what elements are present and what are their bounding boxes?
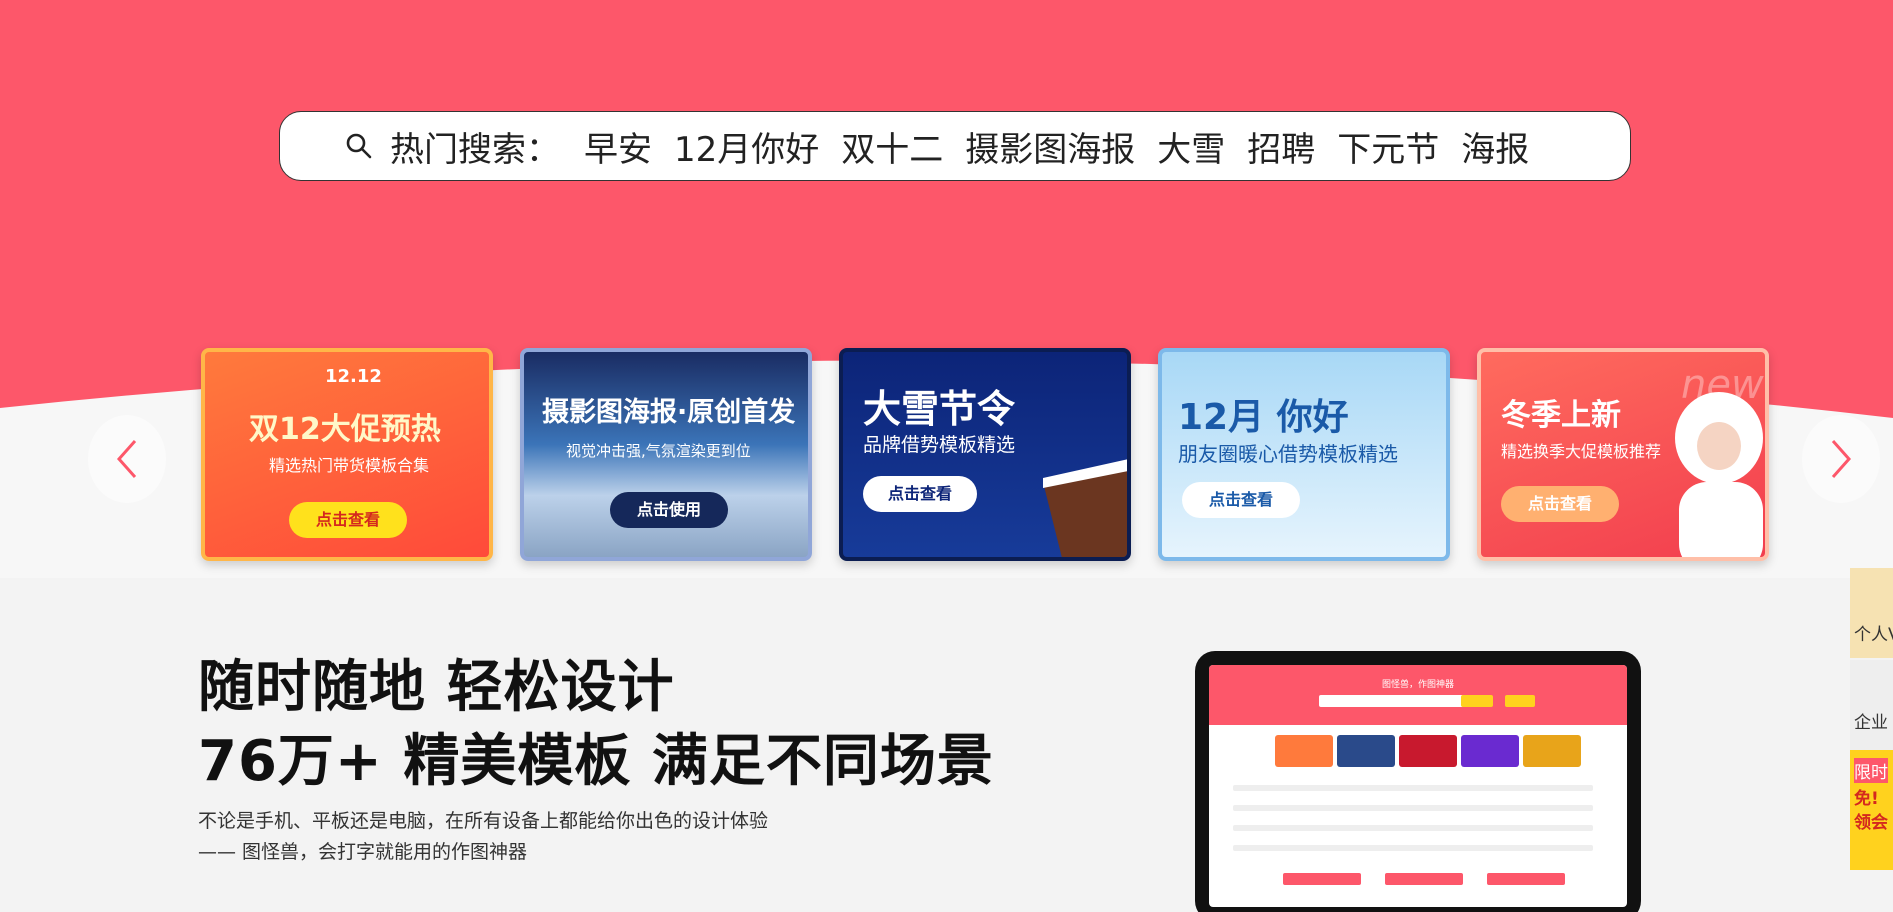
chevron-right-icon	[1831, 440, 1852, 478]
banner-title: 冬季上新	[1501, 398, 1621, 433]
banner-subtitle: 视觉冲击强,气氛渲染更到位	[566, 442, 751, 460]
hot-keyword-zaoan[interactable]: 早安	[584, 122, 652, 171]
promo-section: 随时随地 轻松设计 76万+ 精美模板 满足不同场景 不论是手机、平板还是电脑，…	[0, 578, 1893, 912]
banner-daxue[interactable]: 大雪节令 品牌借势模板精选 点击查看	[839, 348, 1131, 561]
promo-headline-2: 76万+ 精美模板 满足不同场景	[198, 729, 994, 794]
banner-carousel: 12.12 双12大促预热 精选热门带货模板合集 点击查看 摄影图海报·原创首发…	[0, 340, 1893, 570]
hot-keyword-xiayuan[interactable]: 下元节	[1337, 122, 1439, 171]
search-icon[interactable]	[344, 131, 374, 161]
side-tab-label: 免!	[1854, 789, 1879, 809]
eaves-illustration	[1043, 459, 1127, 557]
screen-card	[1461, 735, 1519, 767]
screen-card	[1337, 735, 1395, 767]
screen-search-button	[1461, 695, 1493, 707]
banner-subtitle: 精选热门带货模板合集	[269, 456, 430, 475]
screen-row	[1233, 825, 1593, 831]
side-tab-free-member[interactable]: 限时 免! 领会	[1850, 750, 1893, 870]
hot-keyword-daxue[interactable]: 大雪	[1157, 122, 1225, 171]
banner-title: 12月 你好	[1178, 397, 1349, 438]
banner-december[interactable]: 12月 你好 朋友圈暖心借势模板精选 点击查看	[1158, 348, 1450, 561]
banner-double-twelve[interactable]: 12.12 双12大促预热 精选热门带货模板合集 点击查看	[201, 348, 493, 561]
banner-winter-new[interactable]: new 冬季上新 精选换季大促模板推荐 点击查看	[1477, 348, 1769, 561]
chevron-left-icon	[116, 440, 137, 478]
model-illustration	[1675, 392, 1763, 557]
banner-photo-poster[interactable]: 摄影图海报·原创首发 视觉冲击强,气氛渲染更到位 点击使用	[520, 348, 812, 561]
screen-row	[1233, 845, 1593, 851]
carousel-prev-button[interactable]	[88, 415, 166, 503]
screen-button	[1283, 873, 1361, 885]
screen-button	[1487, 873, 1565, 885]
hot-keyword-december[interactable]: 12月你好	[674, 122, 819, 171]
screen-card	[1523, 735, 1581, 767]
hot-keyword-double-twelve[interactable]: 双十二	[841, 122, 943, 171]
promo-tagline: —— 图怪兽，会打字就能用的作图神器	[198, 841, 528, 863]
screen-button	[1385, 873, 1463, 885]
banner-view-button[interactable]: 点击查看	[1182, 482, 1300, 518]
hot-keyword-poster[interactable]: 海报	[1461, 122, 1529, 171]
search-bar[interactable]: 热门搜索： 早安 12月你好 双十二 摄影图海报 大雪 招聘 下元节 海报	[279, 111, 1631, 181]
banner-title: 大雪节令	[863, 386, 1016, 431]
hero-banner: 热门搜索： 早安 12月你好 双十二 摄影图海报 大雪 招聘 下元节 海报	[0, 0, 1893, 348]
screen-tag-button	[1505, 695, 1535, 707]
screen-title: 图怪兽，作图神器	[1381, 680, 1454, 690]
screen-search	[1319, 695, 1464, 707]
side-tab-label: 领会	[1854, 813, 1888, 833]
screen-row	[1233, 785, 1593, 791]
side-tab-label: 企业	[1854, 713, 1888, 733]
banner-view-button[interactable]: 点击查看	[289, 502, 407, 538]
banner-view-button[interactable]: 点击查看	[1501, 486, 1619, 522]
banner-subtitle: 品牌借势模板精选	[863, 434, 1016, 456]
side-tab-label: 个人V	[1854, 625, 1893, 645]
screen-card	[1399, 735, 1457, 767]
banner-subtitle: 精选换季大促模板推荐	[1501, 442, 1662, 461]
screen-card	[1275, 735, 1333, 767]
carousel-next-button[interactable]	[1802, 415, 1880, 503]
banner-title: 摄影图海报·原创首发	[542, 397, 796, 428]
promo-description: 不论是手机、平板还是电脑，在所有设备上都能给你出色的设计体验	[198, 810, 769, 832]
screen-row	[1233, 805, 1593, 811]
side-tab-personal-vip[interactable]: 个人V	[1850, 568, 1893, 658]
banner-use-button[interactable]: 点击使用	[610, 492, 728, 528]
limited-badge: 限时	[1854, 758, 1888, 783]
banner-badge: 12.12	[325, 366, 382, 387]
promo-headline-1: 随时随地 轻松设计	[198, 655, 675, 720]
hot-keyword-recruit[interactable]: 招聘	[1247, 122, 1315, 171]
banner-title: 双12大促预热	[249, 412, 441, 447]
hot-keyword-photo-poster[interactable]: 摄影图海报	[965, 122, 1135, 171]
banner-view-button[interactable]: 点击查看	[863, 476, 977, 512]
banner-subtitle: 朋友圈暖心借势模板精选	[1178, 442, 1398, 466]
hot-search-label: 热门搜索：	[390, 129, 560, 170]
page: 热门搜索： 早安 12月你好 双十二 摄影图海报 大雪 招聘 下元节 海报 12…	[0, 0, 1893, 912]
side-tab-enterprise[interactable]: 企业	[1850, 660, 1893, 750]
laptop-screen: 图怪兽，作图神器	[1209, 665, 1627, 907]
laptop-mockup: 图怪兽，作图神器	[1195, 651, 1641, 912]
